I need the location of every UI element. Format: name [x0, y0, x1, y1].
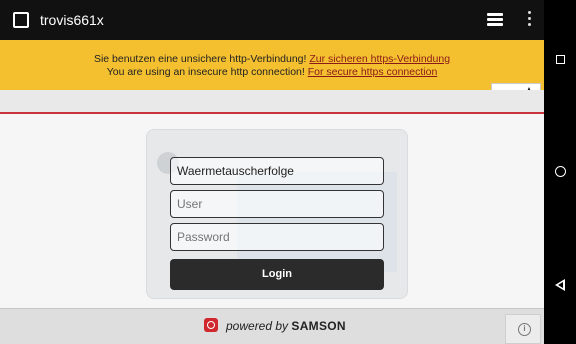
- samson-logo-icon: [204, 318, 218, 332]
- login-form: Login: [170, 157, 384, 290]
- password-field[interactable]: [170, 223, 384, 251]
- user-field[interactable]: [170, 190, 384, 218]
- info-button[interactable]: i: [505, 314, 541, 344]
- browser-screen: trovis661x Sie benutzen eine unsichere h…: [0, 0, 544, 344]
- banner-warning-de: Sie benutzen eine unsichere http-Verbind…: [93, 53, 307, 65]
- browser-top-bar: trovis661x: [0, 0, 544, 40]
- powered-by-text: powered by SAMSON: [226, 319, 346, 333]
- header-strip: [0, 90, 544, 112]
- device-name-field[interactable]: [170, 157, 384, 185]
- secure-https-link-en[interactable]: For secure https connection: [308, 66, 438, 78]
- back-icon-inner: [558, 282, 563, 288]
- circle-icon[interactable]: [555, 166, 566, 177]
- secure-https-link-de[interactable]: Zur sicheren https-Verbindung: [309, 53, 450, 65]
- android-nav-bar: [544, 0, 576, 344]
- login-button[interactable]: Login: [170, 259, 384, 290]
- page-title: trovis661x: [40, 12, 104, 28]
- banner-line-de: Sie benutzen eine unsichere http-Verbind…: [0, 53, 544, 66]
- footer: powered by SAMSON i: [0, 308, 544, 344]
- banner-warning-en: You are using an insecure http connectio…: [106, 66, 305, 78]
- insecure-connection-banner: Sie benutzen eine unsichere http-Verbind…: [0, 40, 544, 113]
- square-icon[interactable]: [556, 55, 565, 64]
- brand-name: SAMSON: [291, 319, 346, 333]
- info-icon: i: [518, 323, 531, 336]
- banner-text: Sie benutzen eine unsichere http-Verbind…: [0, 53, 544, 79]
- powered-prefix: powered by: [226, 319, 289, 333]
- more-vertical-icon[interactable]: [526, 11, 532, 29]
- tabs-icon[interactable]: [487, 13, 503, 27]
- lock-icon: [13, 12, 29, 28]
- banner-line-en: You are using an insecure http connectio…: [0, 66, 544, 79]
